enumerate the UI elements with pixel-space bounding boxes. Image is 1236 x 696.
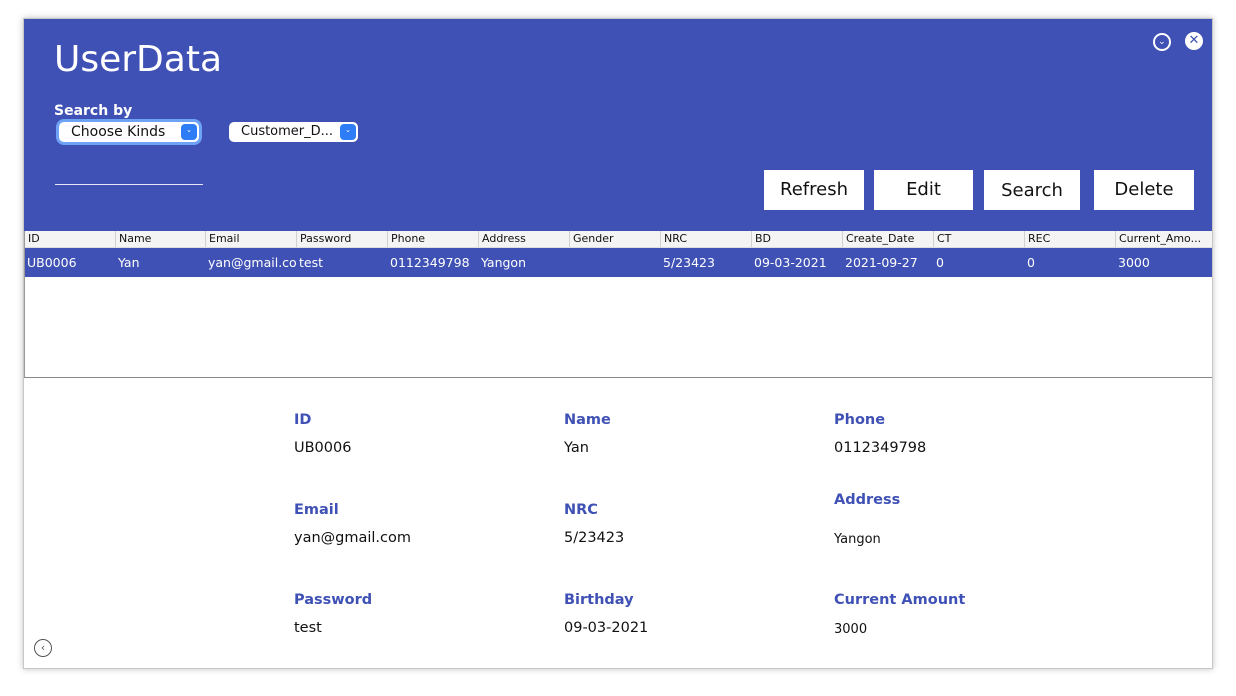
column-header[interactable]: CT xyxy=(934,231,1025,247)
table-cell: 2021-09-27 xyxy=(845,255,918,270)
delete-button[interactable]: Delete xyxy=(1094,170,1194,210)
email-label: Email xyxy=(294,502,339,518)
chevron-left-circle-icon[interactable]: ‹ xyxy=(34,639,52,657)
column-header[interactable]: Create_Date xyxy=(843,231,934,247)
close-circle-icon[interactable]: ✕ xyxy=(1185,32,1203,50)
detail-panel: ID UB0006 Name Yan Phone 0112349798 Emai… xyxy=(24,378,1212,668)
chevron-down-circle-icon[interactable]: ⌄ xyxy=(1152,33,1171,51)
birthday-value: 09-03-2021 xyxy=(564,620,649,636)
kind-select[interactable]: Choose Kinds ˆˇ xyxy=(59,122,199,142)
id-label: ID xyxy=(294,412,312,428)
table-cell: 3000 xyxy=(1118,255,1150,270)
table-cell: Yangon xyxy=(481,255,527,270)
edit-button[interactable]: Edit xyxy=(874,170,973,210)
table-cell: 0 xyxy=(936,255,944,270)
address-value: Yangon xyxy=(834,532,881,547)
table-cell: test xyxy=(299,255,324,270)
column-header[interactable]: Password xyxy=(297,231,388,247)
column-header[interactable]: Name xyxy=(116,231,206,247)
table-cell: UB0006 xyxy=(27,255,77,270)
column-header[interactable]: Address xyxy=(479,231,570,247)
refresh-button[interactable]: Refresh xyxy=(764,170,864,210)
kind-select-value: Choose Kinds xyxy=(71,124,166,140)
search-input-underline[interactable] xyxy=(55,184,203,185)
address-label: Address xyxy=(834,492,901,508)
column-header[interactable]: Gender xyxy=(570,231,661,247)
name-label: Name xyxy=(564,412,611,428)
phone-label: Phone xyxy=(834,412,886,428)
column-header[interactable]: NRC xyxy=(661,231,752,247)
table-cell: 0 xyxy=(1027,255,1035,270)
table-cell: 0112349798 xyxy=(390,255,470,270)
phone-value: 0112349798 xyxy=(834,440,927,456)
nrc-value: 5/23423 xyxy=(564,530,625,546)
column-header[interactable]: ID xyxy=(25,231,116,247)
table-cell: 5/23423 xyxy=(663,255,715,270)
user-table: ID Name Email Password Phone Address Gen… xyxy=(24,231,1212,378)
search-button[interactable]: Search xyxy=(984,170,1080,210)
email-value: yan@gmail.com xyxy=(294,530,412,546)
table-select[interactable]: Customer_D... ˆˇ xyxy=(229,122,358,142)
select-arrows-icon: ˆˇ xyxy=(181,123,197,141)
search-by-label: Search by xyxy=(54,103,133,119)
table-cell: yan@gmail.com xyxy=(208,255,297,270)
window-controls: ⌄ ✕ xyxy=(1144,29,1203,51)
birthday-label: Birthday xyxy=(564,592,634,608)
id-value: UB0006 xyxy=(294,440,352,456)
password-value: test xyxy=(294,620,322,636)
column-header[interactable]: BD xyxy=(752,231,843,247)
header-panel: UserData ⌄ ✕ Search by Choose Kinds ˆˇ C… xyxy=(24,19,1212,231)
table-cell xyxy=(570,248,661,277)
user-data-window: UserData ⌄ ✕ Search by Choose Kinds ˆˇ C… xyxy=(23,18,1213,669)
table-select-value: Customer_D... xyxy=(241,124,334,139)
name-value: Yan xyxy=(564,440,589,456)
column-header[interactable]: REC xyxy=(1025,231,1116,247)
select-arrows-icon: ˆˇ xyxy=(340,123,356,141)
column-header[interactable]: Phone xyxy=(388,231,479,247)
nrc-label: NRC xyxy=(564,502,598,518)
table-row[interactable]: UB0006 Yan yan@gmail.com test 0112349798… xyxy=(25,248,1212,277)
column-header[interactable]: Current_Amo... xyxy=(1116,231,1212,247)
table-cell: 09-03-2021 xyxy=(754,255,827,270)
password-label: Password xyxy=(294,592,373,608)
column-header[interactable]: Email xyxy=(206,231,297,247)
table-cell: Yan xyxy=(118,255,140,270)
current-amount-label: Current Amount xyxy=(834,592,966,608)
table-header: ID Name Email Password Phone Address Gen… xyxy=(25,231,1212,248)
page-title: UserData xyxy=(54,39,223,80)
current-amount-value: 3000 xyxy=(834,622,868,637)
